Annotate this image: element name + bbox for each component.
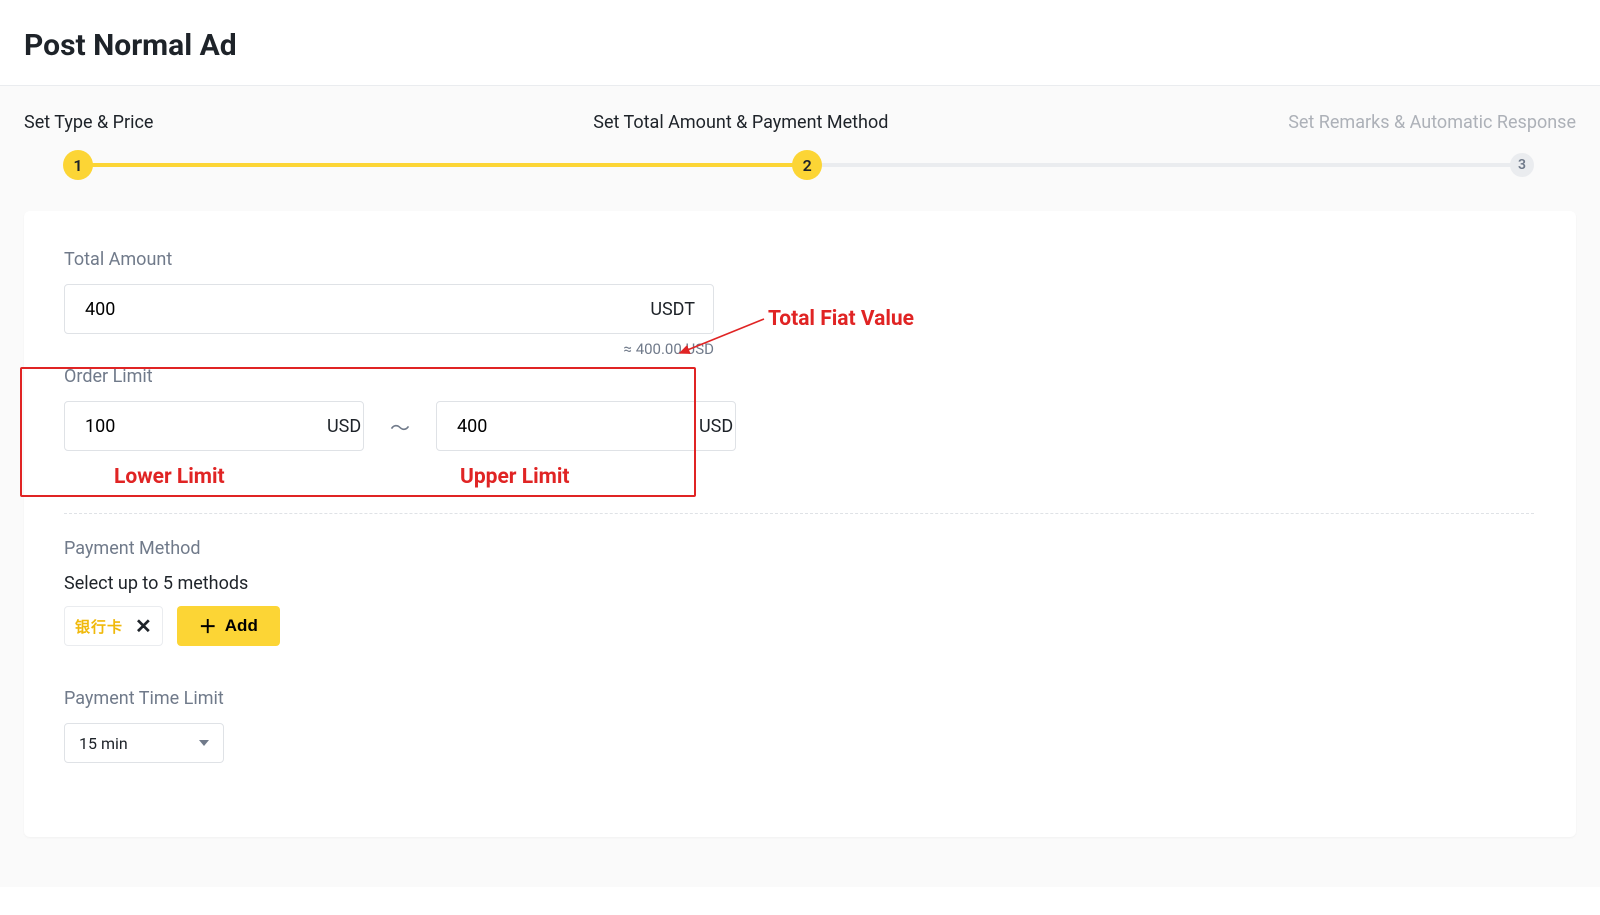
step-dot-1[interactable]: 1 (63, 150, 93, 180)
total-amount-input[interactable] (83, 298, 638, 321)
order-limit-lower-input[interactable] (83, 415, 315, 438)
payment-chip-label: 银行卡 (75, 616, 123, 637)
step-label-2: Set Total Amount & Payment Method (173, 112, 1288, 133)
step-label-1: Set Type & Price (24, 112, 173, 133)
payment-method-sublabel: Select up to 5 methods (64, 573, 1536, 594)
page-title: Post Normal Ad (0, 0, 1600, 85)
payment-method-label: Payment Method (64, 538, 1536, 559)
total-amount-approx: ≈ 400.00 USD (64, 340, 714, 358)
section-divider (64, 513, 1534, 514)
order-limit-label: Order Limit (64, 366, 1536, 387)
total-amount-label: Total Amount (64, 249, 1536, 270)
progress-steps: Set Type & Price Set Total Amount & Paym… (0, 86, 1600, 211)
add-payment-method-button[interactable]: ＋ Add (177, 606, 280, 646)
payment-chip-remove-icon[interactable]: ✕ (135, 616, 152, 636)
total-amount-input-wrap[interactable]: USDT (64, 284, 714, 334)
order-limit-lower-unit: USD (315, 416, 361, 437)
step-label-3: Set Remarks & Automatic Response (1288, 112, 1576, 133)
time-limit-value: 15 min (79, 734, 128, 753)
order-limit-upper-wrap[interactable]: USD (436, 401, 736, 451)
annotation-total-fiat: Total Fiat Value (768, 307, 914, 331)
time-limit-label: Payment Time Limit (64, 688, 1536, 709)
chevron-down-icon (199, 740, 209, 746)
step-dot-2[interactable]: 2 (792, 150, 822, 180)
time-limit-select[interactable]: 15 min (64, 723, 224, 763)
total-amount-unit: USDT (638, 299, 695, 320)
order-limit-lower-wrap[interactable]: USD (64, 401, 364, 451)
step-dot-3[interactable]: 3 (1510, 153, 1534, 177)
plus-icon: ＋ (199, 613, 217, 639)
form-card: Total Amount USDT ≈ 400.00 USD Order Lim… (24, 211, 1576, 837)
range-tilde-icon: ～ (390, 412, 410, 441)
order-limit-upper-input[interactable] (455, 415, 687, 438)
add-button-label: Add (225, 616, 258, 636)
payment-chip-bankcard[interactable]: 银行卡 ✕ (64, 606, 163, 646)
order-limit-upper-unit: USD (687, 416, 733, 437)
